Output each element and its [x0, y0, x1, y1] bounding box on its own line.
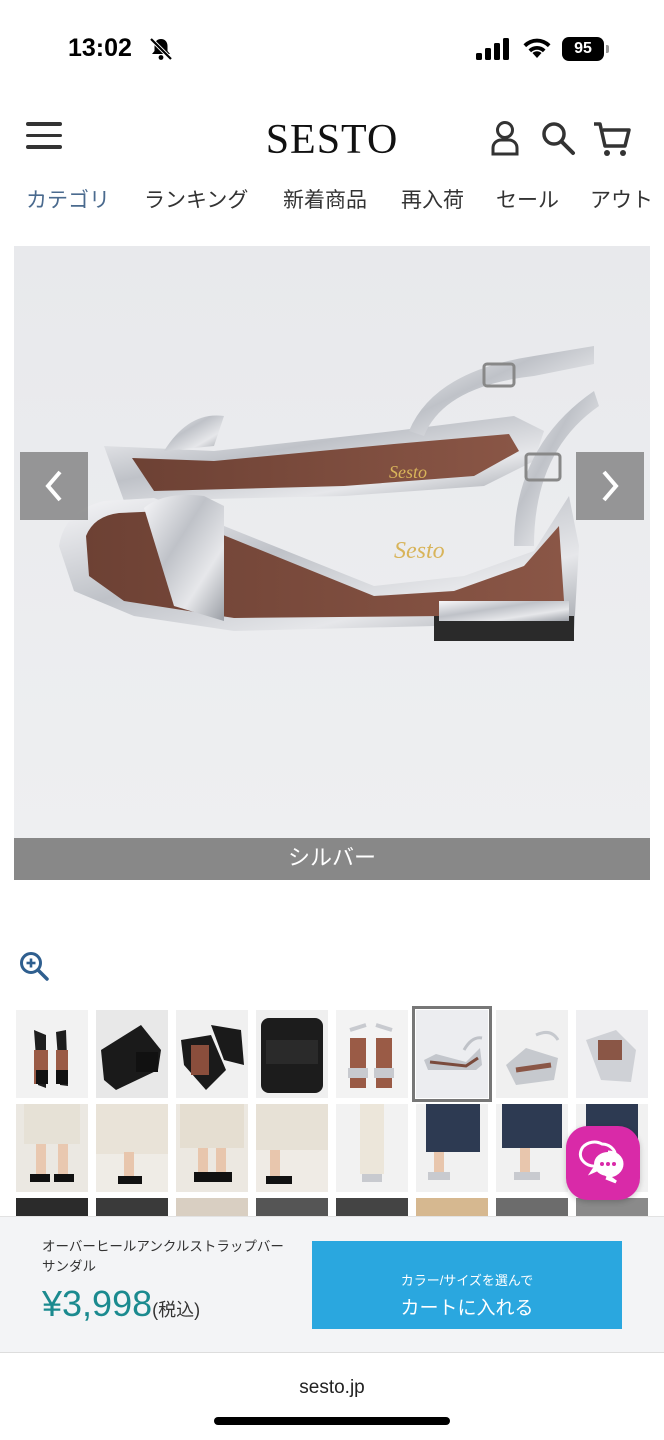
thumbnail-silver-sandal-angle[interactable] [496, 1010, 568, 1098]
thumbnail-black-sandal-front[interactable] [16, 1010, 88, 1098]
chevron-left-icon [45, 470, 62, 502]
wifi-icon [523, 38, 551, 58]
thumbnail-silver-sandal-heel[interactable] [576, 1010, 648, 1098]
nav-item-new-arrivals[interactable]: 新着商品 [283, 184, 367, 214]
nav-item-ranking[interactable]: ランキング [144, 184, 248, 214]
zoom-in-icon[interactable] [18, 950, 50, 982]
thumbnail-model-silver-3[interactable] [496, 1104, 568, 1192]
thumbnail-model-black-4[interactable] [256, 1104, 328, 1192]
thumbnail-black-sandal-sole[interactable] [96, 1010, 168, 1098]
product-image-gallery[interactable]: Sesto Sesto シルバー [14, 246, 650, 880]
product-name: オーバーヒールアンクルストラップバーサンダル [42, 1239, 284, 1275]
battery-indicator: 95 [562, 37, 610, 61]
thumbnail-silver-sandal-side-selected[interactable] [412, 1006, 492, 1102]
add-to-cart-sub-label: カラー/サイズを選んで [400, 1273, 534, 1288]
search-icon[interactable] [540, 120, 576, 156]
purchase-bar: オーバーヒールアンクルストラップバーサンダル ¥3,998(税込) カラー/サイ… [0, 1216, 664, 1352]
cart-icon[interactable] [592, 120, 632, 158]
nav-item-outlet[interactable]: アウト [590, 184, 653, 214]
browser-address-bar[interactable]: sesto.jp [0, 1352, 664, 1440]
thumbnail-row3-4[interactable] [256, 1198, 328, 1216]
chevron-right-icon [602, 470, 619, 502]
thumbnail-row3-3[interactable] [176, 1198, 248, 1216]
add-to-cart-button[interactable]: カラー/サイズを選んで カートに入れる [312, 1241, 622, 1329]
nav-item-category[interactable]: カテゴリ [26, 184, 110, 214]
insole-brand-text: Sesto [394, 538, 445, 564]
site-header: SESTO [0, 100, 664, 178]
hamburger-menu-icon[interactable] [26, 122, 62, 152]
thumbnail-model-silver-2[interactable] [416, 1104, 488, 1192]
battery-tip [606, 45, 609, 53]
url-text[interactable]: sesto.jp [0, 1377, 664, 1399]
bell-slash-icon [149, 37, 173, 61]
home-indicator[interactable] [214, 1417, 450, 1425]
product-price: ¥3,998(税込) [42, 1283, 200, 1325]
chat-support-button[interactable] [566, 1126, 640, 1200]
gallery-next-button[interactable] [576, 452, 644, 520]
thumbnail-model-black-3[interactable] [176, 1104, 248, 1192]
product-photo: Sesto Sesto [14, 246, 650, 838]
thumbnail-model-black-2[interactable] [96, 1104, 168, 1192]
thumbnail-black-sandal-toe[interactable] [256, 1010, 328, 1098]
insole-brand-text-back: Sesto [389, 462, 427, 482]
tax-label: (税込) [152, 1300, 201, 1320]
thumbnail-model-black-1[interactable] [16, 1104, 88, 1192]
thumbnail-row3-2[interactable] [96, 1198, 168, 1216]
thumbnail-row3-5[interactable] [336, 1198, 408, 1216]
thumbnail-model-silver-1[interactable] [336, 1104, 408, 1192]
thumbnail-row3-7[interactable] [496, 1198, 568, 1216]
thumbnail-row3-8[interactable] [576, 1198, 648, 1216]
nav-item-sale[interactable]: セール [496, 184, 559, 214]
thumbnail-row3-1[interactable] [16, 1198, 88, 1216]
thumbnail-row3-6[interactable] [416, 1198, 488, 1216]
thumbnail-silver-sandal-front[interactable] [336, 1010, 408, 1098]
user-account-icon[interactable] [490, 120, 520, 156]
category-nav: カテゴリ ランキング 新着商品 再入荷 セール アウト [0, 178, 664, 222]
add-to-cart-label: カートに入れる [400, 1298, 534, 1319]
status-time: 13:02 [68, 34, 132, 62]
chat-bubble-icon [578, 1140, 624, 1184]
status-bar: 13:02 95 [0, 0, 664, 100]
color-caption: シルバー [14, 838, 650, 880]
price-value: ¥3,998 [42, 1283, 153, 1324]
thumbnail-black-sandal-pair[interactable] [176, 1010, 248, 1098]
cellular-signal-icon [476, 38, 509, 60]
battery-level: 95 [562, 37, 604, 61]
gallery-prev-button[interactable] [20, 452, 88, 520]
nav-item-restock[interactable]: 再入荷 [401, 184, 464, 214]
